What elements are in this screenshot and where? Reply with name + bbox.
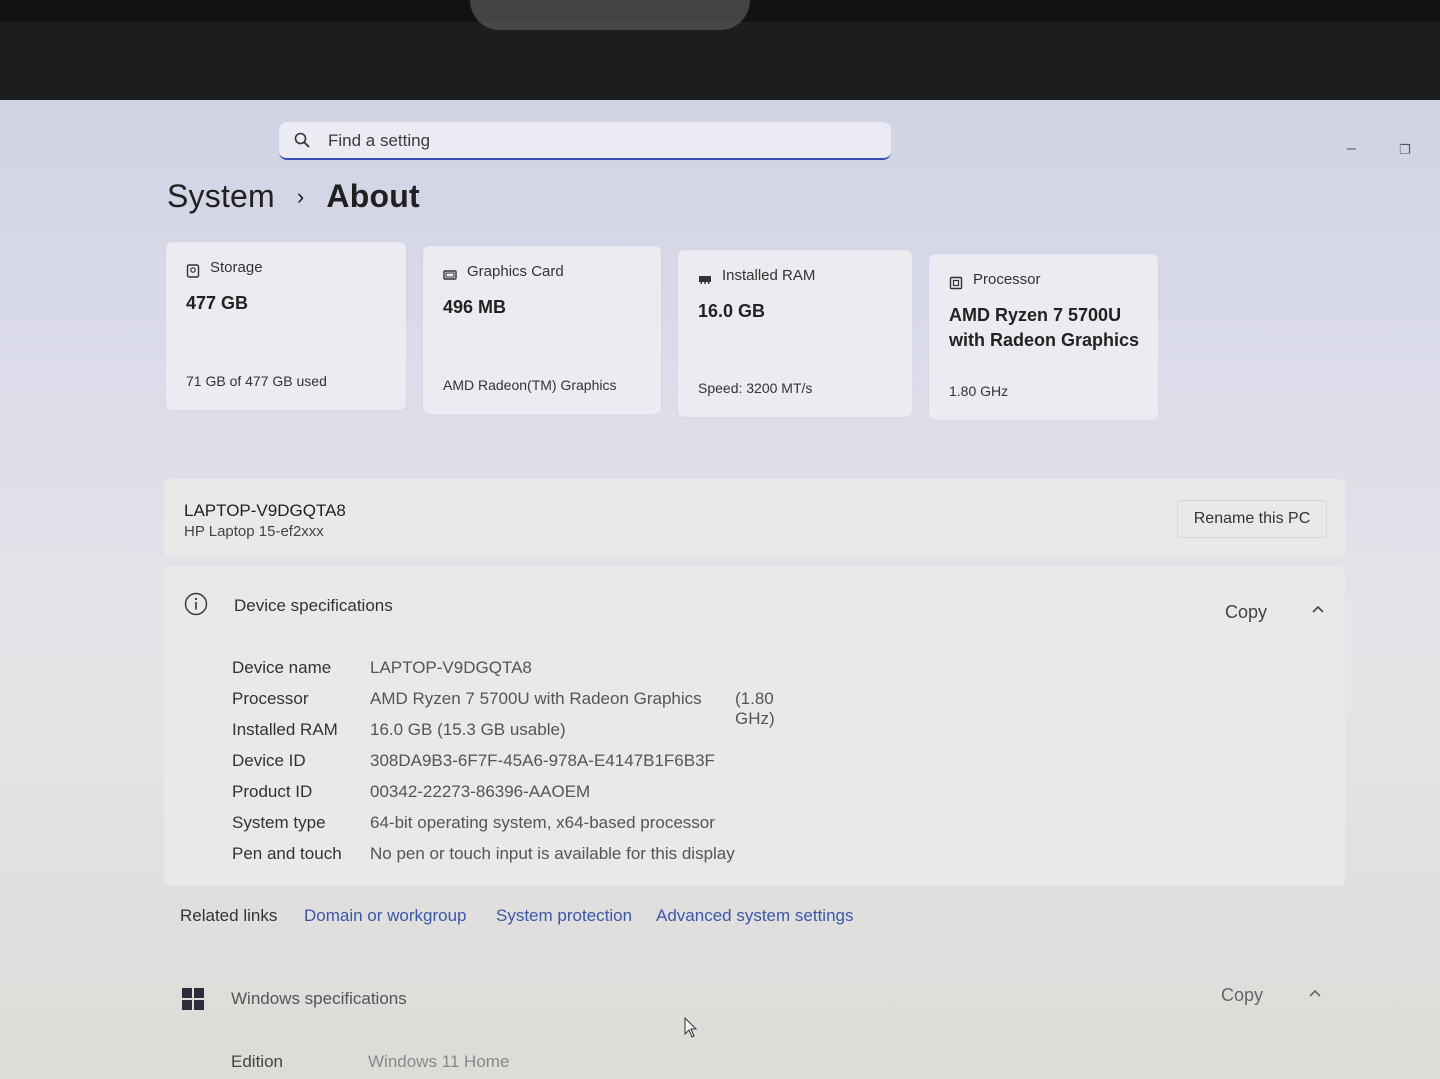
spec-value: 16.0 GB (15.3 GB usable)	[370, 720, 566, 739]
minimize-button[interactable]: –	[1347, 140, 1356, 158]
bezel-hinge-shadow	[470, 0, 750, 30]
spec-key: Processor	[232, 689, 309, 708]
spec-value: 64-bit operating system, x64-based proce…	[370, 813, 715, 832]
windows-spec-value: Windows 11 Home	[368, 1052, 510, 1071]
spec-value: 00342-22273-86396-AAOEM	[370, 782, 591, 801]
device-specifications-header[interactable]: Device specifications Copy	[164, 566, 1345, 650]
spec-key: System type	[232, 813, 326, 832]
settings-window: – ❐ System › About Storage 477 GB 71 GB of…	[0, 100, 1440, 1079]
storage-icon	[186, 264, 200, 278]
processor-icon	[949, 276, 963, 290]
pc-model: HP Laptop 15-ef2xxx	[184, 523, 324, 540]
rename-pc-button[interactable]: Rename this PC	[1177, 500, 1327, 538]
windows-specifications-title: Windows specifications	[231, 989, 407, 1008]
graphics-card-icon	[443, 270, 457, 280]
processor-value-line1: AMD Ryzen 7 5700U	[949, 305, 1122, 325]
device-specifications-title: Device specifications	[234, 596, 393, 615]
ram-value: 16.0 GB	[698, 301, 766, 321]
chevron-up-icon[interactable]	[1308, 988, 1322, 998]
advanced-system-settings-link[interactable]: Advanced system settings	[656, 906, 853, 926]
processor-card[interactable]: Processor AMD Ryzen 7 5700U with Radeon …	[929, 254, 1158, 420]
graphics-card-name: AMD Radeon(TM) Graphics	[443, 377, 617, 393]
ram-icon	[699, 276, 711, 284]
processor-title: Processor	[973, 271, 1041, 288]
breadcrumb-system[interactable]: System	[167, 178, 275, 215]
system-protection-link[interactable]: System protection	[496, 906, 632, 926]
ram-title: Installed RAM	[722, 267, 816, 284]
laptop-bezel	[0, 0, 1440, 100]
copy-windows-specs-button[interactable]: Copy	[1221, 985, 1263, 1006]
processor-speed: 1.80 GHz	[949, 383, 1009, 399]
breadcrumb-separator: ›	[296, 183, 305, 209]
search-input[interactable]	[326, 128, 850, 154]
windows-spec-key: Edition	[231, 1052, 283, 1071]
windows-logo-icon	[182, 988, 204, 1010]
spec-value-extra: (1.80 GHz)	[735, 689, 775, 728]
processor-value-line2: with Radeon Graphics	[949, 330, 1140, 350]
installed-ram-card[interactable]: Installed RAM 16.0 GB Speed: 3200 MT/s	[678, 250, 912, 417]
copy-device-specs-button[interactable]: Copy	[1225, 602, 1267, 623]
domain-or-workgroup-link[interactable]: Domain or workgroup	[304, 906, 467, 926]
graphics-card-card[interactable]: Graphics Card 496 MB AMD Radeon(TM) Grap…	[423, 246, 661, 414]
graphics-card-value: 496 MB	[443, 297, 507, 317]
search-icon	[294, 132, 310, 148]
mouse-cursor-icon	[684, 1017, 698, 1038]
spec-key: Installed RAM	[232, 720, 338, 739]
spec-key: Product ID	[232, 782, 313, 801]
storage-card[interactable]: Storage 477 GB 71 GB of 477 GB used	[166, 242, 406, 410]
pc-name-panel: LAPTOP-V9DGQTA8 HP Laptop 15-ef2xxx Rena…	[164, 479, 1345, 557]
ram-speed: Speed: 3200 MT/s	[698, 380, 813, 396]
storage-title: Storage	[210, 259, 263, 276]
device-specifications-panel: Device specifications Copy Device name L…	[164, 566, 1345, 886]
info-icon	[184, 592, 208, 616]
storage-usage: 71 GB of 477 GB used	[186, 373, 327, 389]
spec-value: No pen or touch input is available for t…	[370, 844, 735, 863]
spec-key: Pen and touch	[232, 844, 342, 863]
windows-specifications-panel: Windows specifications Copy Edition Wind…	[180, 984, 1340, 1079]
chevron-up-icon[interactable]	[1311, 604, 1325, 614]
storage-value: 477 GB	[186, 293, 249, 313]
spec-value: 308DA9B3-6F7F-45A6-978A-E4147B1F6B3F	[370, 751, 715, 770]
spec-value: AMD Ryzen 7 5700U with Radeon Graphics	[370, 689, 702, 708]
search-box[interactable]	[279, 122, 891, 160]
graphics-card-title: Graphics Card	[467, 263, 564, 280]
pc-name: LAPTOP-V9DGQTA8	[184, 501, 346, 520]
breadcrumb: System › About	[167, 176, 420, 215]
spec-key: Device ID	[232, 751, 306, 770]
related-links-label: Related links	[180, 906, 278, 925]
spec-key: Device name	[232, 658, 332, 677]
page-title: About	[326, 178, 420, 215]
spec-value: LAPTOP-V9DGQTA8	[370, 658, 532, 677]
restore-button[interactable]: ❐	[1399, 142, 1411, 158]
